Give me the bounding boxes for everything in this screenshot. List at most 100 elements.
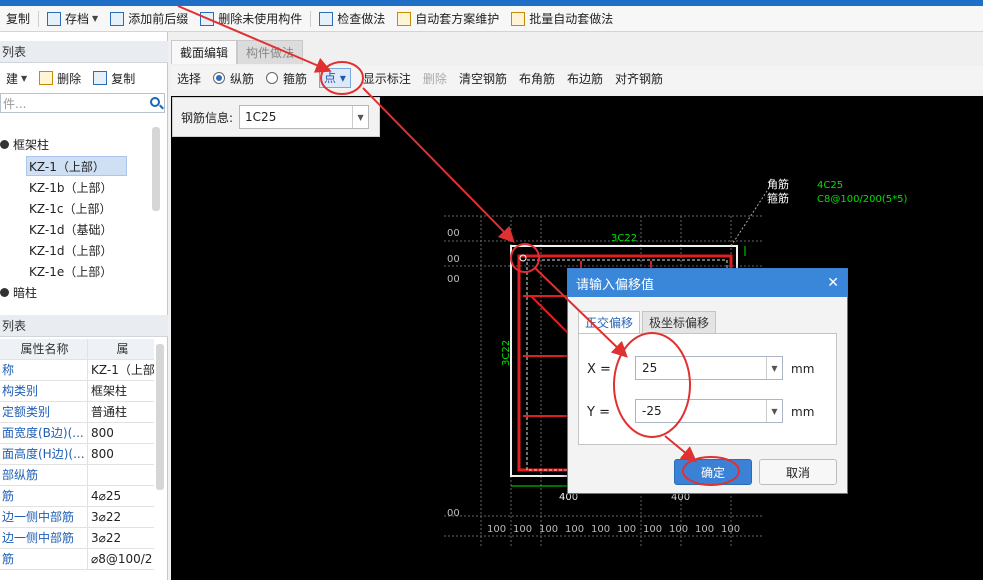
property-value[interactable]: 3⌀22 — [88, 528, 154, 548]
tree-item-kz-1e[interactable]: KZ-1e（上部） — [29, 261, 112, 281]
tree-item-kz-1d-base[interactable]: KZ-1d（基础） — [29, 219, 112, 239]
property-name: 筋 — [0, 549, 88, 569]
property-value[interactable]: 框架柱 — [88, 381, 154, 401]
delete-unused-label: 删除未使用构件 — [218, 12, 303, 26]
search-icon[interactable] — [150, 97, 160, 107]
delete-button[interactable]: 删除 — [33, 67, 87, 89]
auto-scheme-button[interactable]: 自动套方案维护 — [391, 8, 505, 30]
rebar-info-select[interactable]: 1C25 ▼ — [239, 105, 370, 129]
select-tool[interactable]: 选择 — [171, 70, 207, 87]
chevron-down-icon[interactable]: ▼ — [766, 400, 782, 422]
chevron-down-icon[interactable]: ▼ — [352, 106, 368, 128]
top-rebar-label: 3C22 — [611, 233, 637, 244]
align-rebar-button[interactable]: 对齐钢筋 — [609, 70, 669, 87]
chevron-down-icon[interactable]: ▼ — [92, 14, 98, 23]
tree-item-label: KZ-1b（上部） — [29, 180, 113, 195]
component-list-title: 列表 — [2, 45, 27, 59]
tree-root-hidden-column[interactable]: 暗柱 — [0, 282, 37, 302]
table-row[interactable]: 面宽度(B边)(... 800 — [0, 423, 154, 444]
confirm-button[interactable]: 确定 — [674, 459, 752, 485]
corner-rebar-button[interactable]: 布角筋 — [513, 70, 561, 87]
tree-item-kz-1b[interactable]: KZ-1b（上部） — [29, 177, 112, 197]
table-row[interactable]: 称 KZ-1（上部 — [0, 360, 154, 381]
tree-item-kz-1[interactable]: KZ-1（上部） — [26, 156, 127, 176]
toolbar-separator — [38, 10, 40, 27]
save-button[interactable]: 存档 ▼ — [41, 8, 104, 30]
close-icon[interactable]: ✕ — [827, 275, 839, 291]
property-value[interactable]: 4⌀25 — [88, 486, 154, 506]
cancel-button[interactable]: 取消 — [759, 459, 837, 485]
dim-100: 100 — [591, 524, 610, 535]
batch-auto-label: 批量自动套做法 — [529, 12, 614, 26]
corner-rebar-value: 4C25 — [817, 180, 843, 191]
property-name: 面宽度(B边)(... — [0, 423, 88, 443]
table-row[interactable]: 边一侧中部筋 3⌀22 — [0, 507, 154, 528]
delete-tool-button[interactable]: 删除 — [417, 70, 453, 87]
tree-item-label: KZ-1d（基础） — [29, 222, 113, 237]
table-row[interactable]: 定额类别 普通柱 — [0, 402, 154, 423]
tree-root-frame-column[interactable]: 框架柱 — [0, 134, 49, 154]
property-value[interactable]: 800 — [88, 423, 154, 443]
edge-rebar-button[interactable]: 布边筋 — [561, 70, 609, 87]
rebar-info-panel: 钢筋信息: 1C25 ▼ — [172, 97, 380, 137]
point-dropdown[interactable]: 点 ▾ — [313, 68, 357, 88]
tab-section-edit[interactable]: 截面编辑 — [171, 40, 238, 64]
table-row[interactable]: 筋 ⌀8@100/2 — [0, 549, 154, 570]
property-value[interactable]: KZ-1（上部 — [88, 360, 154, 380]
table-row[interactable]: 边一侧中部筋 3⌀22 — [0, 528, 154, 549]
cancel-label: 取消 — [785, 465, 810, 480]
collapse-icon[interactable] — [0, 139, 9, 149]
dim-100: 100 — [669, 524, 688, 535]
collapse-icon[interactable] — [0, 287, 9, 297]
longitudinal-radio[interactable]: 纵筋 — [207, 70, 260, 87]
point-button[interactable]: 点 ▾ — [319, 68, 351, 88]
search-input[interactable]: 件... — [0, 93, 165, 113]
table-row[interactable]: 构类别 框架柱 — [0, 381, 154, 402]
editor-tabs: 截面编辑 构件做法 — [171, 40, 304, 64]
property-scrollbar[interactable] — [156, 344, 164, 490]
property-value[interactable]: 3⌀22 — [88, 507, 154, 527]
property-value[interactable] — [88, 465, 154, 485]
add-prefix-suffix-button[interactable]: 添加前后缀 — [104, 8, 194, 30]
y-label: Y = — [587, 405, 610, 420]
table-row[interactable]: 面高度(H边)(... 800 — [0, 444, 154, 465]
tree-item-label: KZ-1（上部） — [29, 159, 105, 174]
tab-component-method[interactable]: 构件做法 — [237, 40, 304, 64]
y-offset-value: -25 — [642, 404, 662, 418]
copy-label: 复制 — [6, 12, 31, 26]
property-value[interactable]: 800 — [88, 444, 154, 464]
stirrup-label: 箍筋 — [283, 71, 308, 86]
rebar-info-label: 钢筋信息: — [181, 110, 234, 125]
y-offset-input[interactable]: -25 ▼ — [635, 399, 783, 423]
stirrup-radio[interactable]: 箍筋 — [260, 70, 313, 87]
dim-00: 00 — [447, 508, 460, 519]
tab-orthogonal-offset[interactable]: 正交偏移 — [578, 311, 641, 333]
tab-polar-offset[interactable]: 极坐标偏移 — [642, 311, 717, 333]
show-annotation-button[interactable]: 显示标注 — [357, 70, 417, 87]
copy-button[interactable]: 复制 — [0, 8, 36, 30]
tree-scrollbar[interactable] — [152, 127, 160, 211]
delete-icon — [39, 71, 54, 85]
copy-component-button[interactable]: 复制 — [87, 67, 141, 89]
tree-item-kz-1d[interactable]: KZ-1d（上部） — [29, 240, 112, 260]
check-method-button[interactable]: 检查做法 — [313, 8, 391, 30]
chevron-down-icon: ▼ — [21, 73, 28, 83]
tree-item-kz-1c[interactable]: KZ-1c（上部） — [29, 198, 111, 218]
property-value[interactable]: 普通柱 — [88, 402, 154, 422]
table-row[interactable]: 筋 4⌀25 — [0, 486, 154, 507]
x-offset-input[interactable]: 25 ▼ — [635, 356, 783, 380]
corner-rebar-label: 布角筋 — [518, 71, 555, 86]
property-value-header: 属 — [116, 342, 129, 356]
dialog-title-bar: 请输入偏移值 ✕ — [568, 269, 847, 297]
delete-unused-button[interactable]: 删除未使用构件 — [194, 8, 308, 30]
dialog-tabs: 正交偏移 极坐标偏移 — [578, 311, 718, 333]
chevron-down-icon[interactable]: ▼ — [766, 357, 782, 379]
property-value[interactable]: ⌀8@100/2 — [88, 549, 154, 569]
clear-rebar-button[interactable]: 清空钢筋 — [453, 70, 513, 87]
batch-auto-button[interactable]: 批量自动套做法 — [505, 8, 619, 30]
dim-100: 100 — [643, 524, 662, 535]
align-rebar-label: 对齐钢筋 — [614, 71, 663, 86]
new-button[interactable]: 建 ▼ — [0, 67, 33, 89]
table-row[interactable]: 部纵筋 — [0, 465, 154, 486]
copy-icon — [93, 71, 108, 85]
